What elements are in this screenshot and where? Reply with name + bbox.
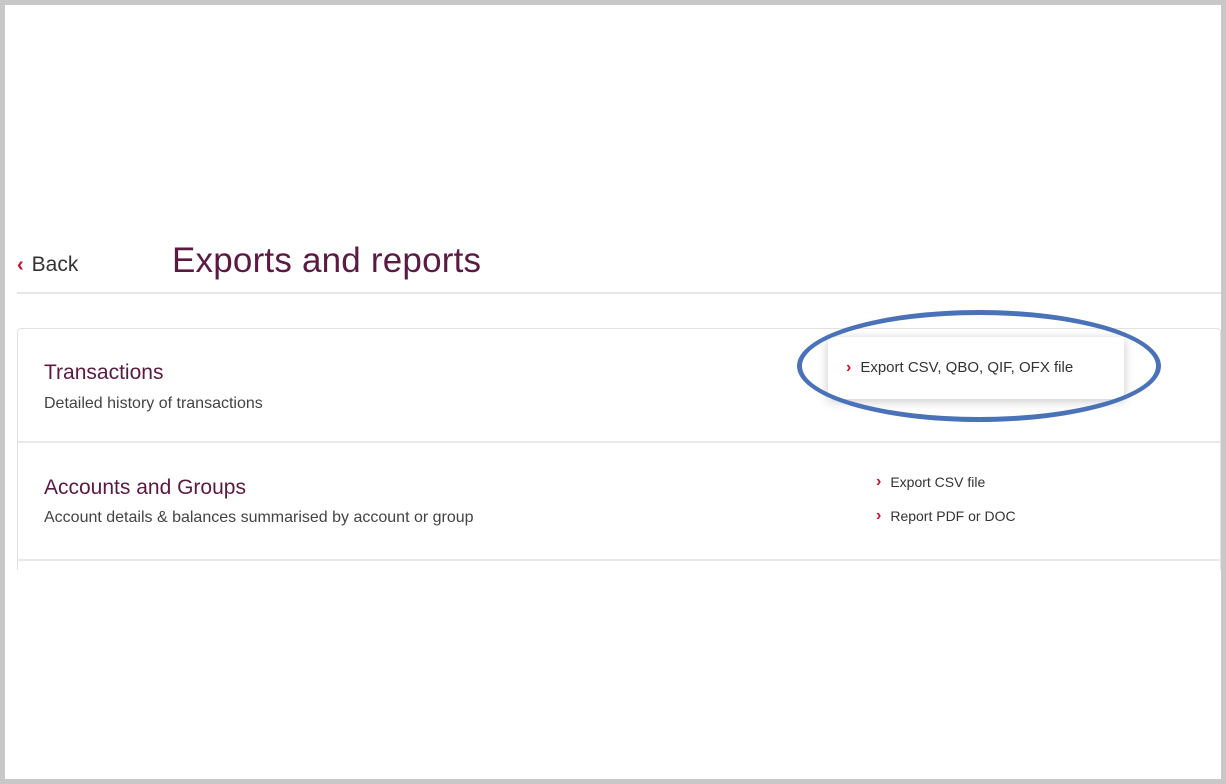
export-accounts-csv-link[interactable]: › Export CSV file — [876, 473, 986, 491]
section-title: Transactions — [44, 361, 164, 384]
export-transactions-link[interactable]: › Export CSV, QBO, QIF, OFX file — [846, 359, 1073, 376]
report-accounts-link[interactable]: › Report PDF or DOC — [876, 507, 1016, 525]
section-transactions: Transactions Detailed history of transac… — [18, 329, 1220, 443]
screenshot-frame: ‹ Back Exports and reports Transactions … — [0, 0, 1226, 784]
section-description: Account details & balances summarised by… — [44, 509, 474, 526]
action-label: Export CSV, QBO, QIF, OFX file — [860, 359, 1074, 376]
section-title: Accounts and Groups — [44, 476, 246, 499]
action-label: Report PDF or DOC — [890, 508, 1016, 524]
page-title: Exports and reports — [172, 241, 482, 280]
back-button[interactable]: ‹ Back — [17, 253, 78, 277]
chevron-right-icon: › — [876, 473, 882, 490]
exports-card: Transactions Detailed history of transac… — [17, 328, 1221, 570]
section-accounts-groups: Accounts and Groups Account details & ba… — [18, 445, 1220, 561]
section-description: Detailed history of transactions — [44, 395, 263, 412]
back-label: Back — [31, 253, 79, 276]
title-divider — [17, 292, 1221, 294]
chevron-right-icon: › — [846, 358, 852, 376]
chevron-right-icon: › — [876, 507, 882, 524]
action-label: Export CSV file — [890, 474, 986, 490]
chevron-left-icon: ‹ — [17, 254, 24, 276]
